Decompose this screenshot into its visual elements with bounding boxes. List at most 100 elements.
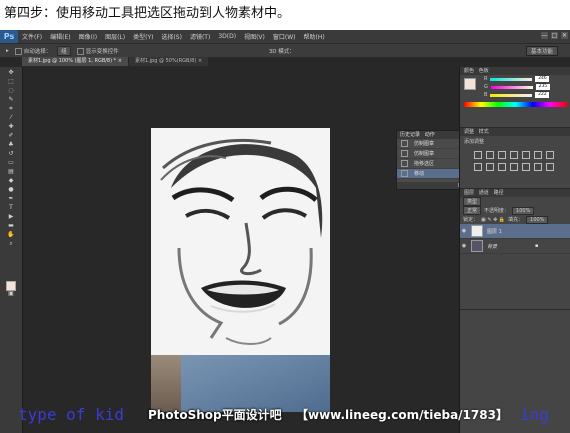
blend-mode-dropdown[interactable]: 正常 (463, 206, 482, 215)
eye-icon[interactable]: ◉ (460, 243, 468, 249)
screen-mode-icon[interactable]: ▣ (6, 290, 16, 297)
lock-icon: ▪ (535, 243, 539, 249)
color-panel-tabs[interactable]: 颜色 色板 (460, 67, 570, 75)
curves-icon[interactable] (498, 151, 506, 159)
layer-row-selected[interactable]: ◉ 图层 1 (460, 224, 570, 239)
hue-icon[interactable] (534, 151, 542, 159)
show-transform-option[interactable]: 显示变换控件 (76, 47, 119, 55)
right-dock: 颜色 色板 R 246 G 235 B 222 调整 样式 添加调整 图层 通道… (459, 67, 570, 433)
auto-select-checkbox[interactable] (14, 47, 22, 55)
lock-row: 锁定： ▣ ✎ ✥ 🔒 填充： 100% (460, 215, 570, 224)
watermark-left-text: type of kid (18, 405, 124, 424)
menu-select[interactable]: 选择(S) (161, 32, 182, 41)
adjustments-panel: 调整 样式 添加调整 (460, 128, 570, 189)
adjustments-panel-tabs[interactable]: 调整 样式 (460, 128, 570, 136)
menu-help[interactable]: 帮助(H) (304, 32, 325, 41)
layers-panel-tabs[interactable]: 图层 通道 路径 (460, 189, 570, 197)
posterize-icon[interactable] (522, 163, 530, 171)
eraser-tool-icon[interactable]: ▭ (6, 159, 16, 166)
clone-stamp-tool-icon[interactable]: ♣ (6, 141, 16, 148)
photoshop-window: Ps 文件(F) 编辑(E) 图像(I) 图层(L) 类型(Y) 选择(S) 滤… (0, 30, 570, 433)
watermark-banner: type of kid PhotoShop平面设计吧 【www.lineeg.c… (0, 400, 570, 428)
black-white-icon[interactable] (474, 163, 482, 171)
history-state-icon (401, 160, 408, 167)
color-balance-icon[interactable] (546, 151, 554, 159)
eye-icon[interactable]: ◉ (460, 228, 468, 234)
menu-type[interactable]: 类型(Y) (133, 32, 153, 41)
shape-tool-icon[interactable]: ▬ (6, 222, 16, 229)
adjustments-heading: 添加调整 (464, 139, 485, 145)
brightness-icon[interactable] (474, 151, 482, 159)
foreground-swatch[interactable] (464, 78, 476, 90)
window-controls: — □ ✕ (541, 32, 568, 39)
exposure-icon[interactable] (510, 151, 518, 159)
close-button[interactable]: ✕ (561, 32, 568, 39)
eyedropper-tool-icon[interactable]: ⁄ (6, 114, 16, 121)
blend-row: 正常 不透明度： 100% (460, 206, 570, 215)
channel-mixer-icon[interactable] (498, 163, 506, 171)
blue-value-input[interactable]: 222 (535, 92, 550, 98)
layers-panel: 图层 通道 路径 类型 正常 不透明度： 100% 锁定： ▣ ✎ ✥ 🔒 填充： 100… (460, 189, 570, 310)
menu-file[interactable]: 文件(F) (22, 32, 42, 41)
crop-tool-icon[interactable]: ⌗ (6, 105, 16, 112)
lasso-tool-icon[interactable]: ◌ (6, 87, 16, 94)
document-tabs: 素材1.jpg @ 100% (图层 1, RGB/8) * × 素材1.jpg… (22, 57, 209, 66)
path-select-tool-icon[interactable]: ▶ (6, 213, 16, 220)
transform-checkbox[interactable] (76, 47, 84, 55)
menu-view[interactable]: 视图(V) (244, 32, 265, 41)
hand-tool-icon[interactable]: ✋ (6, 231, 16, 238)
auto-select-dropdown[interactable]: 组 (57, 45, 71, 56)
move-tool-icon[interactable]: ✥ (6, 69, 16, 76)
green-channel-row[interactable]: G 235 (460, 83, 570, 91)
layer-kind-dropdown[interactable]: 类型 (463, 197, 482, 206)
levels-icon[interactable] (486, 151, 494, 159)
history-state-icon (401, 170, 408, 177)
healing-tool-icon[interactable]: ✚ (6, 123, 16, 130)
color-spectrum[interactable] (464, 102, 567, 107)
gradient-map-icon[interactable] (546, 163, 554, 171)
vibrance-icon[interactable] (522, 151, 530, 159)
dodge-tool-icon[interactable]: ● (6, 186, 16, 193)
blur-tool-icon[interactable]: ◆ (6, 177, 16, 184)
menu-layer[interactable]: 图层(L) (105, 32, 125, 41)
auto-select-label[interactable]: 自动选择： (14, 47, 51, 55)
fill-input[interactable]: 100% (526, 215, 549, 224)
opacity-input[interactable]: 100% (512, 206, 535, 215)
document-canvas[interactable] (151, 128, 330, 412)
layer-row[interactable]: ◉ 背景 ▪ (460, 239, 570, 254)
lock-icon[interactable]: ▣ ✎ ✥ 🔒 (481, 217, 505, 223)
menu-bar: Ps 文件(F) 编辑(E) 图像(I) 图层(L) 类型(Y) 选择(S) 滤… (0, 30, 570, 43)
minimize-button[interactable]: — (541, 32, 548, 39)
red-channel-row[interactable]: R 246 (460, 75, 570, 83)
blue-channel-row[interactable]: B 222 (460, 91, 570, 99)
step-caption: 第四步：使用移动工具把选区拖动到人物素材中。 (4, 6, 291, 21)
menu-3d[interactable]: 3D(D) (218, 33, 236, 40)
watermark-url: 【www.lineeg.com/tieba/1783】 (296, 408, 508, 422)
maximize-button[interactable]: □ (551, 32, 558, 39)
menu-image[interactable]: 图像(I) (79, 32, 97, 41)
workspace-dropdown[interactable]: 基本功能 (525, 46, 558, 56)
menu-edit[interactable]: 编辑(E) (50, 32, 70, 41)
move-tool-preset[interactable]: ▸ (6, 48, 9, 54)
canvas-area[interactable]: 历史记录 动作 仿制图章 仿制图章 拖移选区 移动 (23, 67, 488, 433)
marquee-tool-icon[interactable]: ⬚ (6, 78, 16, 85)
tab-document-2[interactable]: 素材1.jpg @ 50%(RGB/8) × (128, 57, 209, 66)
green-value-input[interactable]: 235 (535, 84, 550, 90)
photo-filter-icon[interactable] (486, 163, 494, 171)
menu-filter[interactable]: 滤镜(T) (190, 32, 210, 41)
brush-tool-icon[interactable]: ✐ (6, 132, 16, 139)
face-sketch-image (151, 128, 330, 355)
zoom-tool-icon[interactable]: ⌕ (6, 240, 16, 247)
invert-icon[interactable] (510, 163, 518, 171)
menu-window[interactable]: 窗口(W) (273, 32, 296, 41)
pen-tool-icon[interactable]: ✒ (6, 195, 16, 202)
gradient-tool-icon[interactable]: ▤ (6, 168, 16, 175)
watermark-brand: PhotoShop平面设计吧 (148, 408, 282, 422)
tab-document-1[interactable]: 素材1.jpg @ 100% (图层 1, RGB/8) * × (22, 57, 128, 66)
type-tool-icon[interactable]: T (6, 204, 16, 211)
quick-select-tool-icon[interactable]: ✎ (6, 96, 16, 103)
history-brush-tool-icon[interactable]: ↺ (6, 150, 16, 157)
foreground-color-swatch[interactable] (6, 281, 16, 291)
threshold-icon[interactable] (534, 163, 542, 171)
red-value-input[interactable]: 246 (535, 76, 550, 82)
